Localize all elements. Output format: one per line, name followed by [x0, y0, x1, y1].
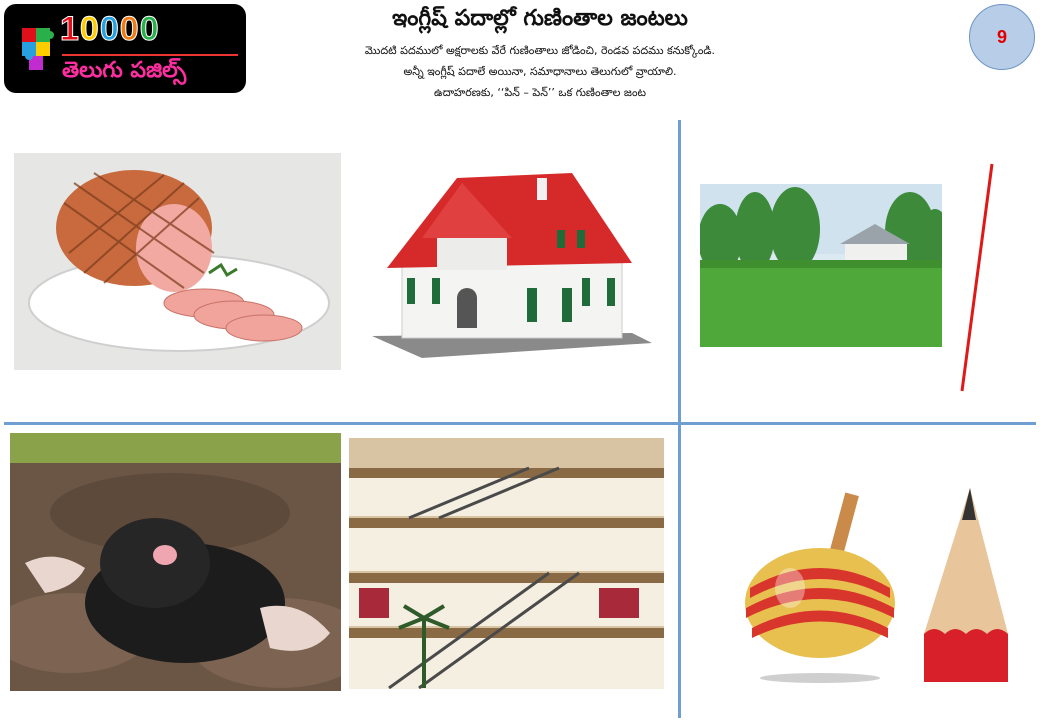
lawn-image	[700, 184, 942, 347]
instruction-line-1: మొదటి పదములో అక్షరాలకు వేరే గుణింతాలు జో…	[364, 44, 716, 57]
logo-number: 10000	[60, 10, 160, 49]
horizontal-divider	[4, 422, 1036, 425]
puzzle-icon	[22, 28, 54, 70]
logo-digit: 0	[99, 10, 120, 49]
logo-digit: 0	[79, 10, 100, 49]
instruction-line-3: ఉదాహరణకు, ‘‘పిన్ – పెన్’’ ఒక గుణింతాల జం…	[433, 86, 647, 99]
pencil-image	[918, 484, 1010, 686]
mall-image	[349, 438, 664, 689]
logo-digit: 0	[119, 10, 140, 49]
puzzle-number-badge: 9	[969, 4, 1035, 70]
vertical-divider	[678, 120, 681, 718]
page-title: ఇంగ్లీష్ పదాల్లో గుణింతాల జంటలు	[392, 6, 688, 31]
logo-digit: 1	[60, 10, 80, 49]
puzzle-number: 9	[996, 26, 1007, 47]
logo: 10000 తెలుగు పజిల్స్	[4, 4, 246, 93]
line-image	[955, 160, 1000, 395]
instruction-line-2: అన్నీ ఇంగ్లీష్ పదాలే అయినా, సమాధానాలు తె…	[403, 65, 677, 78]
house-image	[362, 168, 652, 368]
logo-subtitle: తెలుగు పజిల్స్	[62, 58, 187, 83]
top-image	[740, 488, 910, 688]
mole-image	[10, 433, 341, 691]
logo-divider	[62, 54, 238, 56]
logo-digit: 0	[139, 10, 160, 49]
ham-image	[14, 153, 341, 370]
